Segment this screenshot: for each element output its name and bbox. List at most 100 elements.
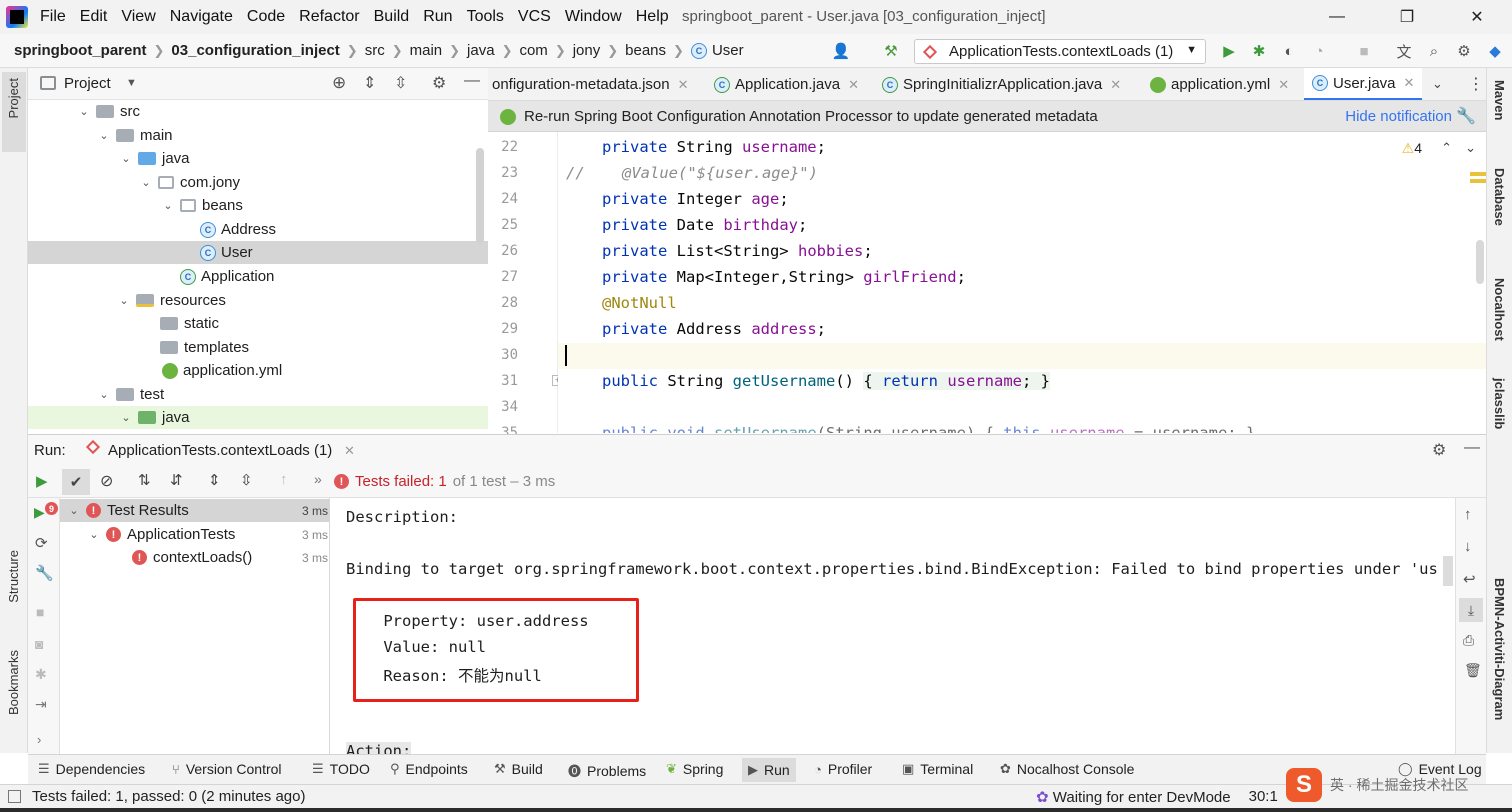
- tool-version-control[interactable]: ⑂ Version Control: [172, 761, 282, 777]
- tool-problems[interactable]: ⓿ Problems: [568, 761, 646, 780]
- run-tab-label[interactable]: ApplicationTests.contextLoads (1): [108, 442, 332, 459]
- code-editor[interactable]: private String username; // @Value("${us…: [558, 132, 1486, 433]
- gear-icon[interactable]: ⚙: [1432, 440, 1446, 460]
- tool-profiler[interactable]: ◔ Profiler: [814, 761, 872, 777]
- project-tool-tab[interactable]: Project: [2, 72, 26, 152]
- chevron-down-icon[interactable]: ▼: [126, 77, 137, 89]
- tree-item-templates[interactable]: templates: [160, 336, 488, 359]
- close-tab-icon[interactable]: ✕: [848, 77, 859, 93]
- stop-icon[interactable]: ■: [1355, 42, 1373, 60]
- tool-terminal[interactable]: ▣ Terminal: [902, 761, 973, 777]
- breadcrumb-module[interactable]: 03_configuration_inject: [171, 42, 339, 59]
- breadcrumb-jony[interactable]: jony: [573, 42, 601, 59]
- test-item-results[interactable]: ⌄ ! Test Results 3 ms: [66, 499, 328, 522]
- coverage-icon[interactable]: ◐: [1280, 42, 1298, 60]
- tree-item-java[interactable]: ⌄ java: [118, 147, 488, 170]
- tree-item-user[interactable]: C User: [28, 241, 488, 264]
- tree-item-main[interactable]: ⌄ main: [96, 124, 488, 147]
- chevron-down-icon[interactable]: ⌄: [66, 504, 82, 517]
- show-ignored-icon[interactable]: ⊘: [100, 471, 113, 491]
- debug-icon[interactable]: ✱: [35, 666, 47, 683]
- tab-user-java[interactable]: C User.java ✕: [1304, 68, 1423, 100]
- arrow-up-icon[interactable]: ↑: [1464, 506, 1472, 523]
- user-account-icon[interactable]: 👤: [832, 42, 851, 60]
- chevron-down-icon[interactable]: ⌄: [1432, 76, 1443, 92]
- chevron-down-icon[interactable]: ⌄: [138, 176, 154, 189]
- sort-duration-icon[interactable]: ⇵: [170, 471, 183, 489]
- search-icon[interactable]: ⌕: [1425, 42, 1443, 60]
- chevron-down-icon[interactable]: ⌄: [76, 105, 92, 118]
- tree-item-src[interactable]: ⌄ src: [76, 100, 488, 123]
- wrench-icon[interactable]: 🔧: [35, 564, 54, 582]
- chevron-down-icon[interactable]: ⌄: [116, 294, 132, 307]
- collapse-all-icon[interactable]: ⇳: [394, 73, 407, 93]
- tab-application-java[interactable]: C Application.java ✕: [714, 68, 859, 100]
- menu-tools[interactable]: Tools: [467, 8, 504, 26]
- tree-item-static[interactable]: static: [160, 312, 488, 335]
- rerun-icon[interactable]: ▶: [36, 472, 48, 490]
- database-tool-tab[interactable]: Database: [1492, 168, 1507, 226]
- bpmn-tool-tab[interactable]: BPMN-Activiti-Diagram: [1492, 578, 1507, 720]
- tool-todo[interactable]: ☰ TODO: [312, 761, 370, 777]
- previous-failed-icon[interactable]: ↑: [280, 471, 288, 488]
- more-actions-icon[interactable]: »: [314, 471, 322, 487]
- collapse-all-icon[interactable]: ⇳: [240, 471, 253, 489]
- devmode-status[interactable]: ✿ Waiting for enter DevMode: [1036, 788, 1231, 806]
- arrow-down-icon[interactable]: ↓: [1464, 538, 1472, 555]
- wrench-icon[interactable]: 🔧: [1456, 106, 1476, 126]
- close-tab-icon[interactable]: ✕: [1110, 77, 1121, 93]
- hide-panel-icon[interactable]: —: [1464, 439, 1480, 457]
- tree-item-application[interactable]: C Application: [180, 265, 488, 288]
- warnings-indicator[interactable]: ⚠4: [1402, 140, 1422, 157]
- breadcrumb-user[interactable]: User: [712, 42, 744, 59]
- breadcrumb-main[interactable]: main: [410, 42, 443, 59]
- tool-run[interactable]: ▶ Run: [742, 758, 796, 782]
- console-output[interactable]: Description: Binding to target org.sprin…: [331, 498, 1455, 754]
- status-message[interactable]: Tests failed: 1, passed: 0 (2 minutes ag…: [32, 788, 305, 805]
- more-actions-icon[interactable]: ›: [37, 732, 41, 747]
- tool-nocalhost-console[interactable]: ✿ Nocalhost Console: [1000, 761, 1134, 777]
- caret-position[interactable]: 30:1: [1249, 788, 1278, 806]
- menu-help[interactable]: Help: [636, 8, 669, 26]
- breadcrumb-java[interactable]: java: [467, 42, 495, 59]
- project-panel-title[interactable]: Project: [64, 75, 111, 92]
- error-stripe-mark[interactable]: [1470, 179, 1486, 183]
- profile-icon[interactable]: ◔: [1310, 42, 1328, 60]
- camera-icon[interactable]: ◙: [35, 636, 43, 652]
- soft-wrap-icon[interactable]: ↩: [1463, 570, 1476, 588]
- tool-build[interactable]: ⚒ Build: [494, 761, 543, 777]
- plugin-icon[interactable]: ◆: [1486, 42, 1504, 60]
- restore-button[interactable]: ❐: [1372, 0, 1442, 34]
- close-tab-icon[interactable]: ✕: [344, 443, 355, 459]
- tool-spring[interactable]: ❦ Spring: [666, 761, 723, 777]
- build-hammer-icon[interactable]: ⚒: [882, 42, 900, 60]
- menu-vcs[interactable]: VCS: [518, 8, 551, 26]
- chevron-down-icon[interactable]: ⌄: [118, 411, 134, 424]
- toggle-autotest-icon[interactable]: ⟳: [35, 534, 48, 552]
- menu-code[interactable]: Code: [247, 8, 285, 26]
- structure-tool-tab[interactable]: Structure: [6, 550, 21, 603]
- gear-icon[interactable]: ⚙: [432, 73, 446, 93]
- bookmarks-tool-tab[interactable]: Bookmarks: [6, 650, 21, 715]
- more-options-icon[interactable]: ⋮: [1468, 74, 1484, 94]
- login-icon[interactable]: ⇥: [35, 696, 47, 713]
- tree-scrollbar[interactable]: [476, 148, 484, 244]
- breadcrumb-project[interactable]: springboot_parent: [14, 42, 147, 59]
- run-icon[interactable]: ▶: [1220, 42, 1238, 60]
- breadcrumb-beans[interactable]: beans: [625, 42, 666, 59]
- chevron-down-icon[interactable]: ⌄: [96, 388, 112, 401]
- tree-item-test[interactable]: ⌄ test: [96, 383, 488, 406]
- gear-icon[interactable]: ⚙: [1455, 42, 1473, 60]
- tool-endpoints[interactable]: ⚲ Endpoints: [390, 761, 468, 777]
- menu-build[interactable]: Build: [374, 8, 410, 26]
- sort-alpha-icon[interactable]: ⇅: [138, 471, 151, 489]
- editor-scrollbar[interactable]: [1476, 240, 1484, 284]
- menu-refactor[interactable]: Refactor: [299, 8, 359, 26]
- tree-item-address[interactable]: C Address: [200, 218, 488, 241]
- tree-item-application-yml[interactable]: application.yml: [162, 359, 488, 382]
- maven-tool-tab[interactable]: Maven: [1492, 80, 1507, 120]
- next-highlight-icon[interactable]: ⌄: [1465, 140, 1476, 156]
- tool-dependencies[interactable]: ☰ Dependencies: [38, 761, 145, 777]
- breadcrumb-src[interactable]: src: [365, 42, 385, 59]
- chevron-down-icon[interactable]: ⌄: [96, 129, 112, 142]
